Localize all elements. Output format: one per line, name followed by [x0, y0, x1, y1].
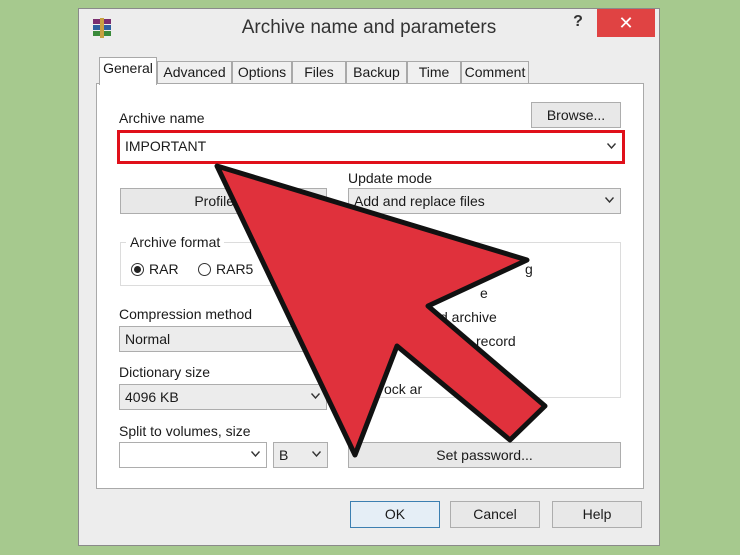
- chevron-down-icon[interactable]: [251, 451, 260, 457]
- tab-files[interactable]: Files: [292, 61, 346, 83]
- general-panel: Archive name Browse... IMPORTANT Update …: [96, 83, 644, 489]
- chevron-down-icon[interactable]: [311, 393, 320, 399]
- archive-format-label: Archive format: [126, 234, 225, 250]
- tab-backup[interactable]: Backup: [346, 61, 407, 83]
- tab-time[interactable]: Time: [407, 61, 461, 83]
- help-title-button[interactable]: ?: [567, 13, 589, 35]
- compression-method-select[interactable]: Normal: [119, 326, 327, 352]
- archive-name-input[interactable]: IMPORTANT: [117, 130, 625, 164]
- split-size-input[interactable]: [119, 442, 267, 468]
- split-volumes-label: Split to volumes, size: [119, 423, 251, 439]
- chevron-down-icon[interactable]: [312, 451, 321, 457]
- update-mode-select[interactable]: Add and replace files: [348, 188, 621, 214]
- dialog-window: Archive name and parameters ? ✕ General …: [78, 8, 660, 546]
- format-rar-label: RAR: [149, 261, 179, 277]
- option-partial-5: ock ar: [384, 381, 423, 397]
- split-unit-value: B: [279, 447, 289, 463]
- compression-method-value: Normal: [125, 331, 171, 347]
- tab-comment[interactable]: Comment: [461, 61, 529, 83]
- tab-options[interactable]: Options: [232, 61, 292, 83]
- ok-button[interactable]: OK: [350, 501, 440, 528]
- dictionary-size-value: 4096 KB: [125, 389, 179, 405]
- option-partial-4: record: [476, 333, 516, 349]
- dictionary-size-label: Dictionary size: [119, 364, 211, 380]
- compression-method-label: Compression method: [119, 306, 253, 322]
- chevron-down-icon[interactable]: [605, 197, 614, 203]
- close-button[interactable]: ✕: [597, 9, 655, 37]
- cancel-button[interactable]: Cancel: [450, 501, 540, 528]
- option-partial-1: g: [525, 261, 533, 277]
- format-rar5-radio[interactable]: [198, 263, 211, 276]
- help-button[interactable]: Help: [552, 501, 642, 528]
- format-rar5-label: RAR5: [216, 261, 254, 277]
- tab-advanced[interactable]: Advanced: [157, 61, 232, 83]
- split-unit-select[interactable]: B: [273, 442, 328, 468]
- option-partial-3: d archive: [440, 309, 497, 325]
- dictionary-size-select[interactable]: 4096 KB: [119, 384, 327, 410]
- tab-general[interactable]: General: [99, 57, 157, 85]
- update-mode-value: Add and replace files: [354, 193, 485, 209]
- browse-button[interactable]: Browse...: [531, 102, 621, 128]
- archive-name-value: IMPORTANT: [125, 138, 207, 154]
- format-rar-radio[interactable]: [131, 263, 144, 276]
- update-mode-label: Update mode: [348, 170, 433, 186]
- profiles-button[interactable]: Profiles...: [120, 188, 327, 214]
- archive-name-label: Archive name: [119, 110, 205, 126]
- set-password-button[interactable]: Set password...: [348, 442, 621, 468]
- option-partial-2: e: [480, 285, 488, 301]
- chevron-down-icon[interactable]: [607, 143, 616, 149]
- title-bar: Archive name and parameters ? ✕: [79, 9, 659, 47]
